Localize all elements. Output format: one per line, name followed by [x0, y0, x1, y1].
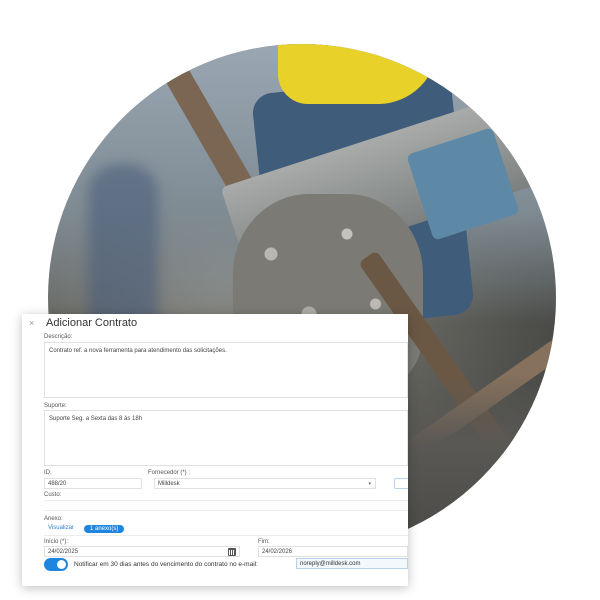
visualizar-link[interactable]: Visualizar: [48, 525, 74, 531]
custo-divider: [44, 500, 408, 501]
notify-label: Notificar em 30 dias antes do vencimento…: [74, 561, 258, 568]
suporte-textarea[interactable]: Suporte Seg. a Sexta das 8 às 18h: [44, 410, 408, 466]
custo-label: Custo:: [44, 492, 62, 498]
anexo-label: Anexo:: [44, 516, 63, 522]
descricao-textarea[interactable]: Contrato ref. a nova ferramenta para ate…: [44, 342, 408, 398]
fim-label: Fim:: [258, 539, 270, 545]
fornecedor-select[interactable]: Milldesk ▾: [154, 478, 376, 489]
id-field[interactable]: 488/20: [44, 478, 142, 489]
calendar-icon[interactable]: [228, 548, 236, 556]
descricao-label: Descrição:: [44, 334, 73, 340]
suporte-label: Suporte:: [44, 403, 67, 409]
chevron-down-icon: ▾: [368, 481, 371, 487]
anexo-count-badge[interactable]: 1 anexo(s): [84, 525, 125, 533]
inicio-value: 24/02/2025: [48, 549, 79, 555]
notify-toggle[interactable]: [44, 558, 68, 571]
dialog-title: Adicionar Contrato: [46, 317, 138, 329]
close-icon[interactable]: ×: [29, 318, 39, 328]
fornecedor-label: Fornecedor (*) :: [148, 470, 191, 476]
fornecedor-value: Milldesk: [158, 481, 180, 487]
fim-date-field[interactable]: 24/02/2026: [258, 546, 408, 557]
id-label: ID:: [44, 470, 52, 476]
extra-field[interactable]: [394, 478, 408, 489]
inicio-label: Início (*):: [44, 539, 69, 545]
add-contract-dialog: × Adicionar Contrato Descrição: Contrato…: [22, 314, 408, 586]
inicio-date-field[interactable]: 24/02/2025: [44, 546, 240, 557]
notify-email-field[interactable]: noreply@milldesk.com: [296, 558, 408, 569]
anexo-divider: [44, 535, 408, 536]
section-divider: [44, 510, 408, 511]
